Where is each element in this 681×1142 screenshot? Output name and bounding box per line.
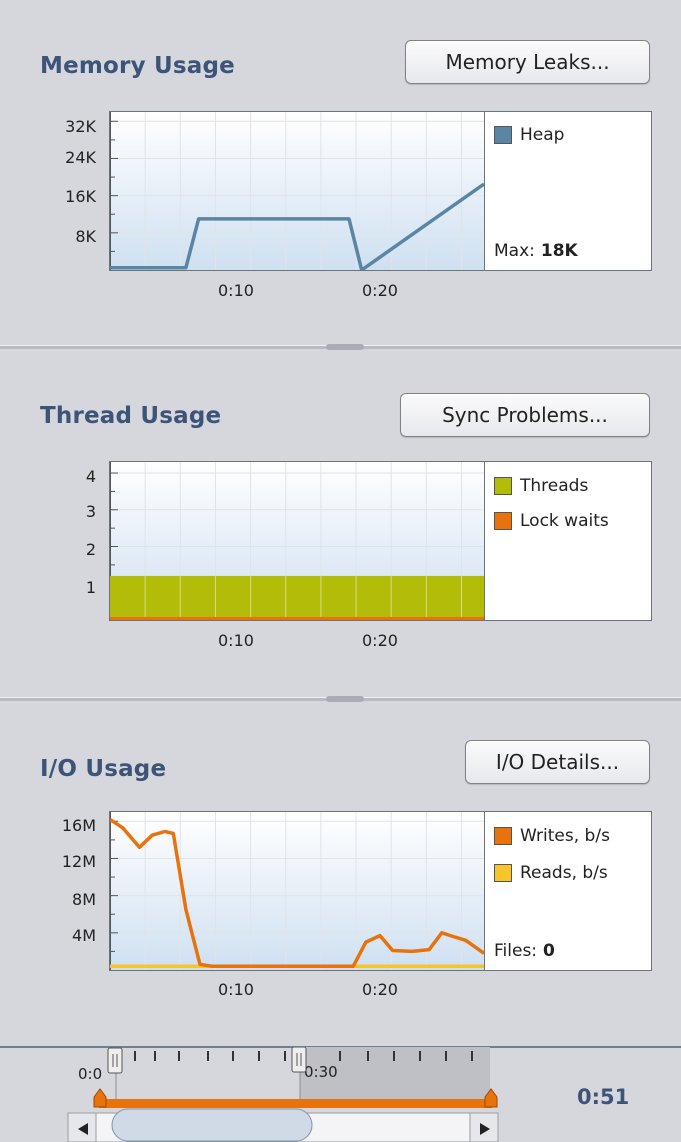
- thread-x-tick: 0:20: [362, 631, 398, 650]
- memory-x-tick: 0:20: [362, 281, 398, 300]
- timeline-mark-label: 0:30: [304, 1063, 338, 1081]
- plot-background: [110, 812, 484, 970]
- memory-max-value: 18K: [540, 241, 578, 261]
- io-y-tick: 12M: [61, 852, 96, 871]
- thread-x-tick: 0:10: [218, 631, 254, 650]
- scrollbar-thumb[interactable]: [111, 1108, 313, 1142]
- memory-usage-title: Memory Usage: [40, 53, 235, 79]
- legend-divider: [484, 812, 485, 970]
- io-x-tick: 0:10: [218, 980, 254, 999]
- timeline-start-label: 0:0: [78, 1065, 102, 1083]
- range-start-marker[interactable]: [93, 1088, 107, 1108]
- memory-y-tick: 16K: [65, 187, 96, 206]
- legend-reads-label: Reads, b/s: [520, 863, 608, 883]
- lock-waits-swatch: [494, 512, 512, 530]
- left-range-handle[interactable]: [107, 1047, 123, 1074]
- io-plot: [110, 812, 484, 970]
- memory-plot: [110, 112, 484, 270]
- legend-writes: Writes, b/s: [494, 826, 610, 846]
- memory-y-tick: 8K: [75, 227, 96, 246]
- io-x-tick: 0:20: [362, 980, 398, 999]
- duration-label: 0:51: [577, 1085, 630, 1109]
- legend-lock-waits: Lock waits: [494, 511, 609, 531]
- right-range-handle[interactable]: [291, 1047, 307, 1073]
- legend-divider: [484, 462, 485, 620]
- legend-lock-waits-label: Lock waits: [520, 511, 609, 531]
- heap-swatch: [494, 126, 512, 144]
- playback-range-bar[interactable]: [99, 1099, 492, 1108]
- writes-swatch: [494, 827, 512, 845]
- legend-threads: Threads: [494, 476, 588, 496]
- legend-reads: Reads, b/s: [494, 863, 608, 883]
- thread-y-tick: 4: [85, 467, 96, 486]
- threads-series-area: [110, 575, 484, 620]
- io-y-tick: 8M: [72, 890, 96, 909]
- thread-chart: Threads Lock waits: [109, 461, 652, 621]
- thread-plot: [110, 462, 484, 620]
- io-files-stat: Files: 0: [494, 941, 555, 961]
- legend-heap: Heap: [494, 125, 564, 145]
- legend-heap-label: Heap: [520, 125, 565, 145]
- io-chart: Writes, b/s Reads, b/s: [109, 811, 652, 971]
- io-files-label: Files:: [494, 941, 538, 961]
- memory-leaks-button[interactable]: Memory Leaks...: [405, 40, 650, 84]
- memory-x-tick: 0:10: [218, 281, 254, 300]
- legend-divider: [484, 112, 485, 270]
- memory-y-tick: 32K: [65, 117, 96, 136]
- legend-threads-label: Threads: [520, 476, 589, 496]
- plot-background: [110, 112, 484, 270]
- io-y-tick: 4M: [72, 926, 96, 945]
- io-usage-title: I/O Usage: [40, 756, 167, 782]
- sync-problems-button[interactable]: Sync Problems...: [400, 393, 650, 437]
- memory-max-stat: Max: 18K: [494, 241, 578, 261]
- thread-y-tick: 1: [85, 578, 96, 597]
- threads-swatch: [494, 477, 512, 495]
- thread-usage-panel: Thread Usage Sync Problems... 4 3 2 1 Th…: [0, 350, 681, 692]
- io-details-button[interactable]: I/O Details...: [465, 740, 650, 784]
- io-usage-panel: I/O Usage I/O Details... 16M 12M 8M 4M W…: [0, 702, 681, 1047]
- memory-y-tick: 24K: [65, 148, 96, 167]
- io-y-tick: 16M: [61, 816, 96, 835]
- thread-y-tick: 3: [85, 502, 96, 521]
- lock-waits-series-area: [110, 617, 484, 620]
- memory-max-label: Max:: [494, 241, 535, 261]
- thread-usage-title: Thread Usage: [40, 403, 222, 429]
- thread-y-tick: 2: [85, 540, 96, 559]
- memory-usage-panel: Memory Usage Memory Leaks... 32K 24K 16K…: [0, 0, 681, 345]
- io-files-value: 0: [543, 941, 555, 961]
- legend-writes-label: Writes, b/s: [520, 826, 610, 846]
- reads-swatch: [494, 864, 512, 882]
